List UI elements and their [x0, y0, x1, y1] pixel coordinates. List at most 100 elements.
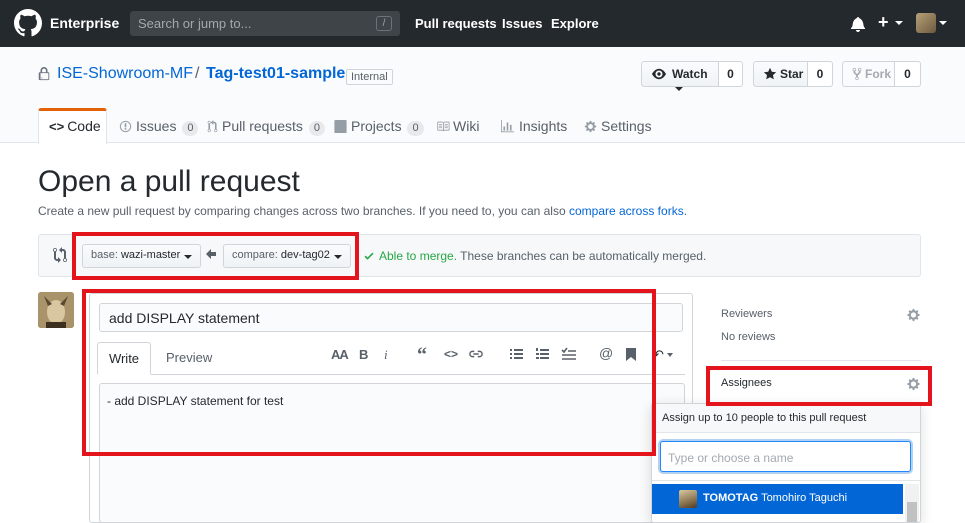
- star-button[interactable]: Star: [753, 61, 808, 87]
- header-text-button[interactable]: AA: [331, 347, 349, 362]
- editor-tab-divider: [97, 374, 685, 375]
- fork-count[interactable]: 0: [895, 61, 921, 87]
- quote-icon[interactable]: “: [417, 344, 427, 367]
- code-button-icon[interactable]: <>: [444, 347, 458, 361]
- user-menu-caret-icon[interactable]: [939, 21, 947, 25]
- project-icon: [334, 120, 347, 133]
- create-new-caret-icon[interactable]: [895, 21, 903, 25]
- git-compare-icon: [53, 247, 67, 263]
- compare-across-forks-link[interactable]: compare across forks: [569, 204, 684, 218]
- gear-icon: [584, 120, 597, 133]
- assignee-full-name: Tomohiro Taguchi: [761, 492, 848, 504]
- global-header: Enterprise Search or jump to... / Pull r…: [0, 0, 965, 47]
- tab-issues[interactable]: Issues 0: [119, 109, 199, 143]
- git-pull-request-icon: [207, 120, 218, 133]
- page-description-end: .: [683, 204, 688, 218]
- assignee-avatar: [679, 490, 697, 508]
- tab-insights[interactable]: Insights: [501, 109, 567, 143]
- merge-status: Able to merge. These branches can be aut…: [379, 249, 706, 263]
- tab-projects[interactable]: Projects 0: [334, 109, 424, 143]
- watch-label: Watch: [672, 67, 708, 81]
- search-shortcut-key: /: [376, 16, 392, 31]
- bookmark-icon[interactable]: [626, 348, 636, 361]
- merge-status-text: These branches can be automatically merg…: [457, 249, 707, 263]
- task-list-icon[interactable]: [561, 347, 576, 360]
- tab-projects-label: Projects: [351, 118, 402, 134]
- unordered-list-icon[interactable]: [510, 348, 523, 360]
- star-label: Star: [780, 67, 804, 81]
- assignee-select-menu: Assign up to 10 people to this pull requ…: [651, 403, 921, 523]
- bold-button[interactable]: B: [359, 347, 368, 362]
- sidebar-divider: [721, 360, 921, 361]
- fork-label: Fork: [865, 67, 892, 81]
- issues-count: 0: [182, 121, 199, 136]
- pr-body-textarea[interactable]: - add DISPLAY statement for test: [99, 383, 685, 523]
- tab-settings-label: Settings: [601, 118, 652, 134]
- page-description: Create a new pull request by comparing c…: [38, 204, 687, 218]
- tab-write[interactable]: Write: [97, 342, 151, 375]
- star-count[interactable]: 0: [808, 61, 833, 87]
- compare-branch-name: dev-tag02: [280, 249, 330, 261]
- reply-caret-icon[interactable]: [667, 353, 673, 357]
- page-description-text: Create a new pull request by comparing c…: [38, 204, 569, 218]
- merge-ok-label: Able to merge.: [379, 249, 458, 263]
- assignee-filter-input[interactable]: Type or choose a name: [660, 441, 911, 472]
- watch-button[interactable]: Watch: [641, 61, 719, 91]
- base-branch-name: wazi-master: [120, 249, 181, 261]
- avatar[interactable]: [38, 292, 74, 328]
- assignee-login: TOMOTAG: [703, 492, 759, 504]
- brand-label[interactable]: Enterprise: [50, 15, 119, 31]
- fork-button[interactable]: Fork: [842, 61, 895, 87]
- tab-settings[interactable]: Settings: [584, 109, 652, 143]
- compare-branch-select[interactable]: compare: dev-tag02: [223, 244, 351, 268]
- assignee-list-item[interactable]: TOMOTAG Tomohiro Taguchi: [652, 484, 903, 514]
- base-caret-icon: [184, 255, 193, 259]
- link-icon[interactable]: [469, 348, 483, 360]
- star-icon: [763, 67, 777, 81]
- tab-wiki[interactable]: Wiki: [436, 109, 479, 143]
- tab-pull-requests[interactable]: Pull requests 0: [207, 109, 325, 143]
- reviewers-value: No reviews: [721, 331, 776, 343]
- tab-code[interactable]: <> Code: [38, 108, 107, 144]
- mention-icon[interactable]: @: [599, 345, 613, 361]
- compare-prefix: compare:: [232, 249, 278, 261]
- tab-pull-requests-label: Pull requests: [222, 118, 303, 134]
- reviewers-heading[interactable]: Reviewers: [721, 308, 772, 320]
- nav-explore[interactable]: Explore: [551, 16, 599, 31]
- nav-pull-requests[interactable]: Pull requests: [415, 16, 497, 31]
- nav-issues[interactable]: Issues: [502, 16, 542, 31]
- pull-requests-count: 0: [308, 121, 325, 136]
- italic-button[interactable]: i: [384, 347, 388, 363]
- visibility-label: Internal: [346, 69, 393, 85]
- fork-icon: [852, 67, 862, 81]
- base-prefix: base:: [91, 249, 118, 261]
- user-menu-avatar[interactable]: [916, 13, 936, 33]
- tab-preview[interactable]: Preview: [166, 350, 212, 365]
- repo-name-link[interactable]: Tag-test01-sample: [206, 65, 345, 83]
- reply-icon[interactable]: ↶: [653, 347, 664, 363]
- tab-issues-label: Issues: [136, 118, 177, 134]
- pr-title-input[interactable]: add DISPLAY statement: [99, 303, 683, 332]
- ordered-list-icon[interactable]: [536, 348, 549, 360]
- github-logo-icon[interactable]: [14, 9, 42, 37]
- search-placeholder: Search or jump to...: [138, 16, 252, 31]
- assignees-heading[interactable]: Assignees: [721, 377, 772, 389]
- branch-range-editor: base: wazi-master compare: dev-tag02 Abl…: [38, 234, 921, 277]
- repo-header: ISE-Showroom-MF / Tag-test01-sample Inte…: [0, 47, 965, 144]
- assignees-gear-icon[interactable]: [907, 377, 920, 391]
- base-branch-select[interactable]: base: wazi-master: [82, 244, 202, 268]
- tab-wiki-label: Wiki: [453, 118, 480, 134]
- watch-count[interactable]: 0: [719, 61, 743, 87]
- reviewers-gear-icon[interactable]: [907, 308, 920, 322]
- repo-owner-link[interactable]: ISE-Showroom-MF: [57, 65, 193, 83]
- create-new-plus-icon[interactable]: +: [878, 12, 889, 33]
- graph-icon: [501, 120, 514, 133]
- bell-icon[interactable]: [851, 16, 865, 32]
- watch-caret-icon: [675, 86, 683, 91]
- scrollbar-thumb[interactable]: [907, 502, 917, 522]
- check-icon: [363, 250, 375, 262]
- search-input[interactable]: Search or jump to... /: [130, 11, 400, 36]
- assignee-list-scrollbar[interactable]: [905, 484, 919, 522]
- projects-count: 0: [407, 121, 424, 136]
- issue-opened-icon: [119, 120, 132, 133]
